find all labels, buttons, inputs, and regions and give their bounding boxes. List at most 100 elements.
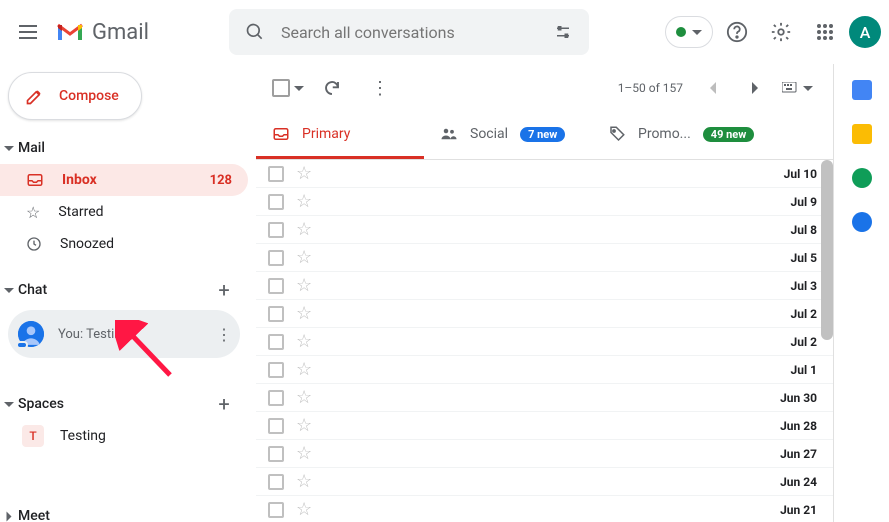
star-icon[interactable]: ☆ — [296, 387, 312, 408]
star-icon[interactable]: ☆ — [296, 415, 312, 436]
chevron-down-icon — [4, 402, 14, 407]
tab-primary[interactable]: Primary — [256, 112, 424, 159]
star-icon[interactable]: ☆ — [296, 219, 312, 240]
space-badge: T — [22, 425, 44, 447]
star-icon[interactable]: ☆ — [296, 499, 312, 520]
star-icon[interactable]: ☆ — [296, 471, 312, 492]
row-checkbox[interactable] — [268, 250, 284, 266]
search-input[interactable] — [273, 23, 545, 42]
search-icon[interactable] — [237, 14, 273, 50]
star-icon[interactable]: ☆ — [296, 443, 312, 464]
row-checkbox[interactable] — [268, 502, 284, 518]
search-bar[interactable] — [229, 9, 589, 55]
mail-row[interactable]: ☆Jun 28 — [256, 412, 833, 440]
input-tools-button[interactable] — [777, 68, 817, 108]
tasks-icon[interactable] — [852, 168, 872, 188]
row-checkbox[interactable] — [268, 222, 284, 238]
people-icon — [440, 125, 458, 143]
mail-row[interactable]: ☆ Jul 8 — [256, 216, 833, 244]
mail-row[interactable]: ☆ Jul 10 — [256, 160, 833, 188]
support-icon[interactable] — [717, 12, 757, 52]
sidebar-item-snoozed[interactable]: Snoozed — [0, 228, 248, 260]
apps-icon[interactable] — [805, 12, 845, 52]
mail-date: Jun 21 — [780, 503, 817, 517]
select-all[interactable] — [272, 79, 304, 97]
chat-preview: You: Testing — [58, 327, 129, 342]
chevron-down-icon — [692, 30, 702, 35]
row-checkbox[interactable] — [268, 362, 284, 378]
row-checkbox[interactable] — [268, 474, 284, 490]
side-panel — [833, 64, 889, 522]
star-icon[interactable]: ☆ — [296, 359, 312, 380]
row-checkbox[interactable] — [268, 166, 284, 182]
main-menu-button[interactable] — [8, 12, 48, 52]
mail-date: Jul 10 — [784, 167, 817, 181]
mail-row[interactable]: ☆Jun 27 — [256, 440, 833, 468]
calendar-icon[interactable] — [852, 80, 872, 100]
star-icon[interactable]: ☆ — [296, 303, 312, 324]
new-space-button[interactable]: + — [212, 392, 236, 416]
row-checkbox[interactable] — [268, 418, 284, 434]
star-icon[interactable]: ☆ — [296, 331, 312, 352]
star-icon[interactable]: ☆ — [296, 247, 312, 268]
mail-row[interactable]: ☆ Jul 5 — [256, 244, 833, 272]
chevron-down-icon — [294, 86, 304, 91]
meet-section-header[interactable]: Meet — [0, 500, 248, 522]
sidebar-item-inbox[interactable]: Inbox128 — [0, 164, 248, 196]
chat-conversation[interactable]: You: Testing ⋮ — [8, 310, 240, 358]
mail-row[interactable]: ☆Jun 30 — [256, 384, 833, 412]
row-checkbox[interactable] — [268, 334, 284, 350]
star-icon: ☆ — [26, 203, 40, 222]
mail-row[interactable]: ☆ Jul 2 — [256, 300, 833, 328]
mail-row[interactable]: ☆Jul 2 — [256, 328, 833, 356]
mail-date: Jul 2 — [791, 307, 817, 321]
chat-more-icon[interactable]: ⋮ — [216, 325, 232, 344]
tab-social[interactable]: Social7 new — [424, 112, 592, 159]
keep-icon[interactable] — [852, 124, 872, 144]
space-item[interactable]: TTesting — [0, 420, 248, 452]
mail-list[interactable]: ☆Jul 10☆Jul 9☆Jul 8☆Jul 5☆Jul 3☆Jul 2☆Ju… — [256, 160, 833, 522]
mail-row[interactable]: ☆Jul 9 — [256, 188, 833, 216]
new-chat-button[interactable]: + — [212, 278, 236, 302]
settings-icon[interactable] — [761, 12, 801, 52]
next-page-button[interactable] — [735, 68, 775, 108]
star-icon[interactable]: ☆ — [296, 191, 312, 212]
star-icon[interactable]: ☆ — [296, 275, 312, 296]
scrollbar[interactable] — [821, 160, 833, 340]
refresh-button[interactable] — [312, 68, 352, 108]
mail-row[interactable]: ☆ Jun 21 — [256, 496, 833, 522]
tab-promotions[interactable]: Promo...49 new — [592, 112, 770, 159]
contacts-icon[interactable] — [852, 212, 872, 232]
row-checkbox[interactable] — [268, 306, 284, 322]
row-checkbox[interactable] — [268, 194, 284, 210]
inbox-icon — [272, 125, 290, 143]
mail-date: Jul 8 — [791, 223, 817, 237]
mail-date: Jul 5 — [791, 251, 817, 265]
chevron-right-icon — [7, 511, 12, 521]
spaces-section-header[interactable]: Spaces+ — [0, 388, 248, 420]
star-icon[interactable]: ☆ — [296, 163, 312, 184]
compose-button[interactable]: Compose — [8, 72, 142, 120]
mail-date: Jul 3 — [791, 279, 817, 293]
tag-icon — [608, 125, 626, 143]
header-right: A — [665, 12, 881, 52]
mail-section-header[interactable]: Mail — [0, 132, 248, 164]
sidebar-item-starred[interactable]: ☆Starred — [0, 196, 248, 228]
gmail-logo-area[interactable]: Gmail — [52, 20, 165, 45]
row-checkbox[interactable] — [268, 278, 284, 294]
pager-text: 1–50 of 157 — [618, 81, 683, 95]
chat-section-header[interactable]: Chat+ — [0, 274, 248, 306]
prev-page-button[interactable] — [693, 68, 733, 108]
social-badge: 7 new — [520, 127, 565, 142]
mail-row[interactable]: ☆Jun 24 — [256, 468, 833, 496]
search-options-icon[interactable] — [545, 14, 581, 50]
row-checkbox[interactable] — [268, 390, 284, 406]
mail-row[interactable]: ☆ Jul 3 — [256, 272, 833, 300]
row-checkbox[interactable] — [268, 446, 284, 462]
account-avatar[interactable]: A — [849, 16, 881, 48]
mail-row[interactable]: ☆Jul 1 — [256, 356, 833, 384]
more-button[interactable]: ⋮ — [360, 68, 400, 108]
status-selector[interactable] — [665, 16, 713, 48]
chat-avatar-icon — [18, 321, 44, 347]
toolbar: ⋮ 1–50 of 157 — [256, 64, 833, 112]
